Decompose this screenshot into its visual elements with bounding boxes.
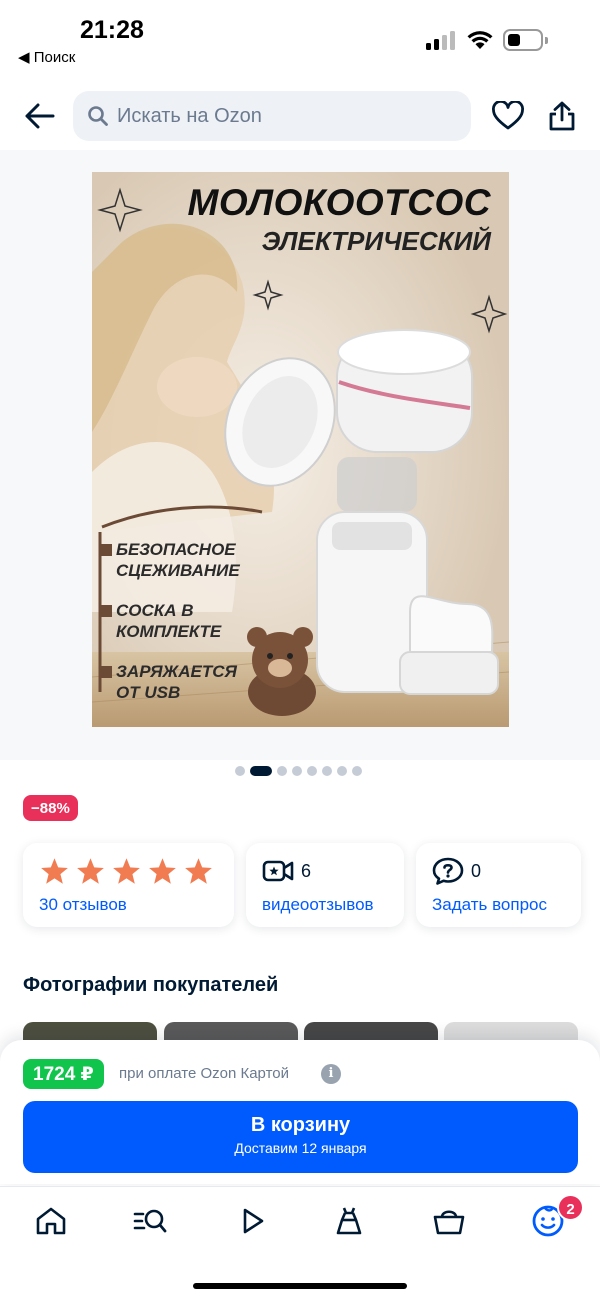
profile-notification-badge: 2 — [557, 1194, 584, 1221]
gallery-dot-active[interactable] — [250, 766, 272, 776]
tab-video[interactable] — [232, 1201, 272, 1241]
gallery-dot[interactable] — [307, 766, 317, 776]
battery-icon — [503, 29, 548, 51]
home-indicator — [193, 1283, 407, 1289]
questions-count: 0 — [471, 861, 482, 881]
gallery-dot[interactable] — [235, 766, 245, 776]
price-note: при оплате Ozon Картой — [119, 1065, 289, 1082]
feature-1: БЕЗОПАСНОЕ СЦЕЖИВАНИЕ — [100, 539, 240, 581]
search-input[interactable]: Искать на Ozon — [73, 91, 471, 141]
reviews-link[interactable]: 30 отзывов — [39, 895, 127, 915]
reviews-card[interactable]: 30 отзывов — [23, 843, 234, 927]
status-bar: 21:28 ◀ Поиск — [0, 0, 600, 80]
catalog-search-icon — [133, 1209, 167, 1233]
star-icon — [41, 858, 68, 884]
star-icon — [185, 858, 212, 884]
tab-catalog[interactable] — [130, 1201, 170, 1241]
delivery-date: Доставим 12 января — [234, 1140, 367, 1156]
feature-2: СОСКА В КОМПЛЕКТЕ — [100, 600, 221, 642]
tab-fashion[interactable] — [329, 1201, 369, 1241]
ask-question-link[interactable]: Задать вопрос — [432, 895, 547, 915]
back-button[interactable] — [18, 94, 62, 138]
share-icon — [549, 101, 575, 131]
top-header: Искать на Ozon — [0, 88, 600, 148]
ozon-card-price: 1724 ₽ — [23, 1059, 104, 1089]
video-reviews-link[interactable]: видеоотзывов — [262, 895, 374, 915]
gallery-dot[interactable] — [352, 766, 362, 776]
buyer-photos-title: Фотографии покупателей — [23, 974, 279, 996]
star-icon — [77, 858, 104, 884]
tab-cart[interactable] — [429, 1201, 469, 1241]
star-icon — [113, 858, 140, 884]
gallery-dot[interactable] — [322, 766, 332, 776]
product-image[interactable]: МОЛОКООТСОС ЭЛЕКТРИЧЕСКИЙ БЕЗОПАСНОЕ СЦЕ… — [92, 172, 509, 727]
purchase-panel: 1724 ₽ при оплате Ozon Картой i В корзин… — [0, 1040, 600, 1184]
wifi-icon — [467, 31, 493, 49]
back-to-app-link[interactable]: ◀ Поиск — [18, 48, 75, 66]
rating-stars — [39, 857, 214, 886]
gallery-dot[interactable] — [337, 766, 347, 776]
fresh-play-icon — [243, 1208, 264, 1234]
add-to-cart-button[interactable]: В корзину Доставим 12 января — [23, 1101, 578, 1173]
search-icon — [88, 106, 108, 126]
bottom-tab-bar: 2 — [0, 1186, 600, 1300]
share-button[interactable] — [540, 94, 584, 138]
product-image-subtitle: ЭЛЕКТРИЧЕСКИЙ — [261, 226, 491, 256]
feature-3: ЗАРЯЖАЕТСЯ ОТ USB — [100, 661, 237, 703]
favorite-button[interactable] — [486, 94, 530, 138]
star-icon — [149, 858, 176, 884]
arrow-left-icon — [25, 103, 55, 129]
gallery-dot[interactable] — [277, 766, 287, 776]
signal-icon — [426, 30, 458, 50]
add-to-cart-label: В корзину — [250, 1114, 351, 1136]
gallery-dot[interactable] — [292, 766, 302, 776]
status-time: 21:28 — [80, 16, 144, 44]
gallery-pagination[interactable] — [235, 765, 362, 777]
question-bubble-icon — [432, 857, 464, 885]
search-placeholder: Искать на Ozon — [117, 104, 262, 127]
product-image-title: МОЛОКООТСОС — [187, 182, 491, 223]
video-count: 6 — [301, 861, 312, 881]
video-camera-icon — [262, 860, 294, 882]
questions-card[interactable]: 0 Задать вопрос — [416, 843, 581, 927]
heart-icon — [492, 101, 524, 130]
discount-badge: −88% — [23, 795, 78, 821]
tab-home[interactable] — [31, 1201, 71, 1241]
video-reviews-card[interactable]: 6 видеоотзывов — [246, 843, 404, 927]
cart-basket-icon — [433, 1210, 465, 1235]
home-icon — [36, 1207, 66, 1235]
fashion-dress-icon — [336, 1207, 362, 1235]
info-icon[interactable]: i — [321, 1064, 341, 1084]
